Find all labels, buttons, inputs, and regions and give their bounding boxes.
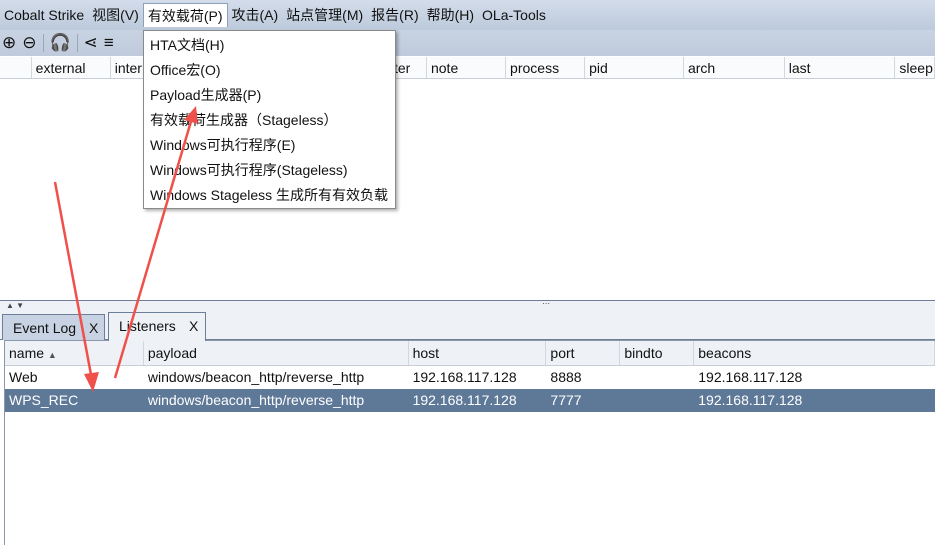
tab-bar: Event Log X Listeners X (0, 312, 935, 341)
add-icon[interactable]: ⊕ (2, 33, 16, 53)
cell-name: WPS_REC (9, 392, 79, 408)
column-header-beacons[interactable]: beacons (694, 341, 935, 365)
cell-beacons: 192.168.117.128 (698, 369, 803, 385)
menu-item-windows-executable[interactable]: Windows可执行程序(E) (144, 133, 395, 158)
menu-item-stageless-generator[interactable]: 有效载荷生成器（Stageless） (144, 108, 395, 133)
menu-item-hta-document[interactable]: HTA文档(H) (144, 33, 395, 58)
column-header-note[interactable]: note (427, 57, 507, 78)
tab-label: Listeners (119, 318, 176, 334)
cell-beacons: 192.168.117.128 (698, 392, 803, 408)
tab-label: Event Log (13, 320, 77, 336)
separator (42, 34, 44, 52)
close-icon[interactable]: X (89, 315, 98, 341)
menu-cobalt-strike[interactable]: Cobalt Strike (0, 3, 88, 27)
column-header-name[interactable]: name ▲ (5, 341, 144, 365)
cell-host: 192.168.117.128 (412, 392, 517, 408)
cell-payload: windows/beacon_http/reverse_http (147, 369, 365, 385)
sort-ascending-icon: ▲ (47, 350, 57, 360)
close-icon[interactable]: X (189, 313, 198, 339)
table-row-selected[interactable]: WPS_REC windows/beacon_http/reverse_http… (5, 389, 935, 412)
column-header-last[interactable]: last (785, 57, 896, 78)
split-pane-divider[interactable]: ▲ ▼ ⋯ (0, 299, 935, 312)
menu-attacks[interactable]: 攻击(A) (228, 3, 283, 27)
cell-name: Web (9, 369, 38, 385)
list-icon[interactable]: ≡ (104, 33, 114, 53)
toolbar: ⊕ ⊖ 🎧 ⋖ ≡ (0, 30, 935, 56)
listeners-table-header: name ▲ payload host port bindto beacons (5, 341, 935, 366)
table-row[interactable]: Web windows/beacon_http/reverse_http 192… (5, 366, 935, 389)
column-header[interactable] (0, 57, 32, 78)
column-header-host[interactable]: host (409, 341, 547, 365)
menu-help[interactable]: 帮助(H) (423, 3, 478, 27)
cell-host: 192.168.117.128 (412, 369, 517, 385)
headphones-icon[interactable]: 🎧 (50, 33, 71, 53)
menu-view[interactable]: 视图(V) (88, 3, 143, 27)
menu-site-management[interactable]: 站点管理(M) (282, 3, 367, 27)
menu-ola-tools[interactable]: OLa-Tools (478, 3, 550, 27)
column-header-bindto[interactable]: bindto (620, 341, 695, 365)
column-header-external[interactable]: external (32, 57, 111, 78)
payloads-dropdown-menu: HTA文档(H) Office宏(O) Payload生成器(P) 有效载荷生成… (143, 30, 396, 209)
column-header-process[interactable]: process (506, 57, 586, 78)
column-header-arch[interactable]: arch (684, 57, 785, 78)
column-header-port[interactable]: port (546, 341, 621, 365)
cell-port: 8888 (550, 369, 582, 385)
column-header-pid[interactable]: pid (585, 57, 684, 78)
menu-item-office-macro[interactable]: Office宏(O) (144, 58, 395, 83)
tab-listeners[interactable]: Listeners X (108, 312, 206, 341)
menu-bar: Cobalt Strike 视图(V) 有效载荷(P) 攻击(A) 站点管理(M… (0, 0, 935, 30)
column-header-payload[interactable]: payload (144, 341, 409, 365)
remove-icon[interactable]: ⊖ (22, 33, 36, 53)
menu-item-payload-generator[interactable]: Payload生成器(P) (144, 83, 395, 108)
column-header-sleep[interactable]: sleep (895, 57, 935, 78)
separator (76, 34, 78, 52)
cell-bindto (620, 389, 694, 412)
beacon-table-header: external internal listener user computer… (0, 57, 935, 79)
menu-reporting[interactable]: 报告(R) (367, 3, 422, 27)
menu-item-windows-executable-stageless[interactable]: Windows可执行程序(Stageless) (144, 158, 395, 183)
cell-payload: windows/beacon_http/reverse_http (147, 392, 365, 408)
cell-port: 7777 (550, 392, 582, 408)
listeners-table: name ▲ payload host port bindto beacons … (4, 340, 935, 545)
menu-item-windows-stageless-all[interactable]: Windows Stageless 生成所有有效负载 (144, 183, 395, 208)
cell-bindto (620, 366, 694, 389)
share-icon[interactable]: ⋖ (84, 33, 98, 53)
menu-payloads[interactable]: 有效载荷(P) (142, 3, 228, 27)
tab-event-log[interactable]: Event Log X (2, 314, 105, 340)
